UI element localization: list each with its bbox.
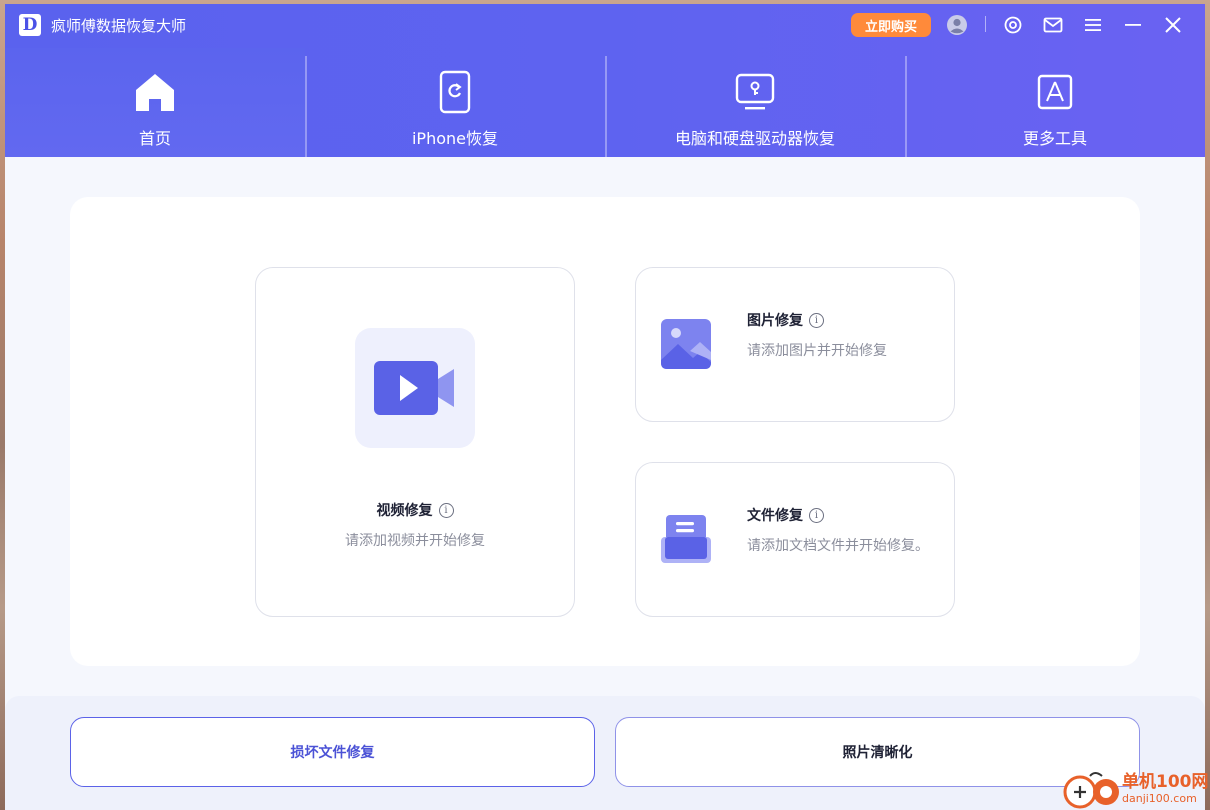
tab-iphone-recovery[interactable]: iPhone恢复 xyxy=(305,48,605,157)
video-title-row: 视频修复 i xyxy=(256,500,574,520)
info-icon[interactable]: i xyxy=(438,502,454,518)
repair-panel: 视频修复 i 请添加视频并开始修复 图片修复 i 请添加图片并开始修复 文件修复… xyxy=(70,197,1140,666)
photo-repair-desc: 请添加图片并开始修复 xyxy=(747,343,887,359)
video-repair-card[interactable]: 视频修复 i 请添加视频并开始修复 xyxy=(255,267,575,617)
header: D 疯师傅数据恢复大师 立即购买 首页 iPhone恢复 电脑和硬盘驱动器恢复 … xyxy=(5,4,1205,157)
photo-title-row: 图片修复 i xyxy=(747,310,824,330)
settings-icon[interactable] xyxy=(1001,13,1025,37)
tab-home-label: 首页 xyxy=(138,129,171,148)
app-logo: D xyxy=(19,14,41,36)
titlebar-divider xyxy=(985,16,986,32)
file-title-row: 文件修复 i xyxy=(747,505,824,525)
user-icon[interactable] xyxy=(945,13,969,37)
file-repair-desc: 请添加文档文件并开始修复。 xyxy=(747,538,929,554)
tab-iphone-label: iPhone恢复 xyxy=(411,129,498,148)
close-icon[interactable] xyxy=(1161,13,1185,37)
home-icon xyxy=(133,70,177,114)
tools-icon xyxy=(1033,70,1077,114)
tab-home[interactable]: 首页 xyxy=(5,48,305,157)
tab-computer-label: 电脑和硬盘驱动器恢复 xyxy=(674,129,835,148)
file-icon xyxy=(660,513,712,567)
tab-more-tools-label: 更多工具 xyxy=(1022,129,1087,148)
app-window: D 疯师傅数据恢复大师 立即购买 首页 iPhone恢复 电脑和硬盘驱动器恢复 … xyxy=(5,4,1205,810)
tab-computer-recovery[interactable]: 电脑和硬盘驱动器恢复 xyxy=(605,48,905,157)
buy-now-button[interactable]: 立即购买 xyxy=(851,13,931,37)
damaged-file-repair-button[interactable]: 损坏文件修复 xyxy=(70,717,595,787)
titlebar: D 疯师傅数据恢复大师 立即购买 xyxy=(5,4,1205,48)
file-repair-title: 文件修复 xyxy=(747,508,803,524)
watermark-logo-icon xyxy=(1062,768,1120,810)
minimize-icon[interactable] xyxy=(1121,13,1145,37)
video-repair-desc: 请添加视频并开始修复 xyxy=(345,533,485,549)
tab-more-tools[interactable]: 更多工具 xyxy=(905,48,1205,157)
video-icon xyxy=(355,328,475,448)
computer-drive-icon xyxy=(733,70,777,114)
app-title: 疯师傅数据恢复大师 xyxy=(51,17,187,35)
watermark-text: 单机100网 danji100.com xyxy=(1122,772,1209,806)
photo-repair-card[interactable]: 图片修复 i 请添加图片并开始修复 xyxy=(635,267,955,422)
menu-icon[interactable] xyxy=(1081,13,1105,37)
watermark-en: danji100.com xyxy=(1122,792,1197,805)
video-repair-title: 视频修复 xyxy=(376,503,433,519)
main-nav: 首页 iPhone恢复 电脑和硬盘驱动器恢复 更多工具 xyxy=(5,48,1205,157)
info-icon[interactable]: i xyxy=(809,312,824,328)
photo-repair-title: 图片修复 xyxy=(747,313,803,329)
mail-icon[interactable] xyxy=(1041,13,1065,37)
file-repair-card[interactable]: 文件修复 i 请添加文档文件并开始修复。 xyxy=(635,462,955,617)
iphone-icon xyxy=(433,70,477,114)
watermark-cn: 单机100网 xyxy=(1122,772,1209,792)
info-icon[interactable]: i xyxy=(809,507,824,523)
photo-icon xyxy=(660,318,712,372)
watermark: 单机100网 danji100.com xyxy=(1062,768,1210,810)
